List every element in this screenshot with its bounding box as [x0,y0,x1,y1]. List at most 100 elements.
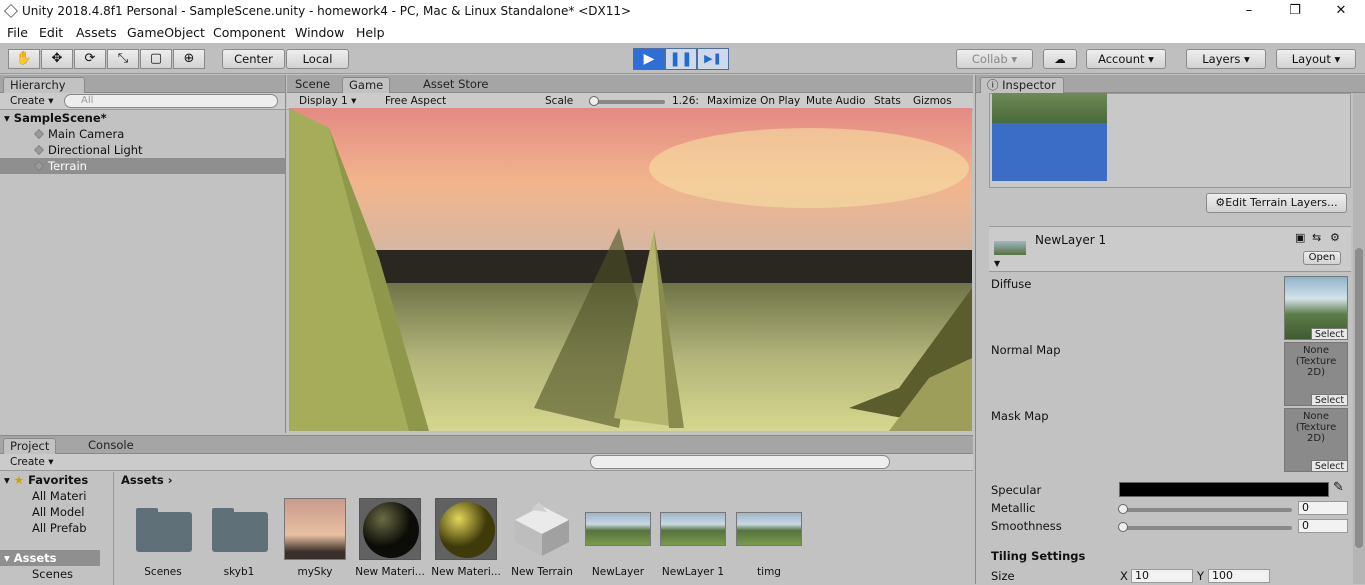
window-title: Unity 2018.4.8f1 Personal - SampleScene.… [22,4,632,18]
cloud-icon[interactable]: ☁ [1043,49,1077,69]
menu-file[interactable]: File [7,25,28,40]
layout-dropdown[interactable]: Layout ▾ [1276,49,1356,69]
scale-slider[interactable] [589,100,665,104]
hand-tool-icon[interactable]: ✋ [8,49,40,69]
maximize-on-play-toggle[interactable]: Maximize On Play [707,94,800,108]
specular-color-field[interactable] [1119,482,1329,497]
menu-window[interactable]: Window [295,25,344,40]
menu-edit[interactable]: Edit [39,25,63,40]
transform-tool-icon[interactable]: ⊕ [173,49,205,69]
foldout-arrow-icon[interactable]: ▼ [994,259,1000,268]
maximize-button[interactable]: ❐ [1272,2,1318,22]
metallic-value-field[interactable]: 0 [1298,501,1348,515]
mask-map-select-button[interactable]: Select [1311,460,1347,472]
diffuse-texture-slot[interactable]: Select [1284,276,1348,340]
pivot-center-button[interactable]: Center [222,49,285,69]
tab-project[interactable]: Project [3,438,57,454]
gizmos-dropdown[interactable]: Gizmos [913,94,952,108]
close-button[interactable]: ✕ [1318,2,1364,22]
hierarchy-item-selected[interactable]: Terrain [0,158,285,174]
normal-map-select-button[interactable]: Select [1311,394,1347,406]
favorite-item[interactable]: All Prefab [0,520,87,536]
pause-button[interactable]: ❚❚ [665,48,697,70]
asset-item[interactable]: NewLayer [583,498,653,578]
display-dropdown[interactable]: Display 1 ▾ [299,94,356,108]
menu-assets[interactable]: Assets [76,25,117,40]
hierarchy-item[interactable]: Directional Light [0,142,143,158]
rotate-tool-icon[interactable]: ⟳ [74,49,106,69]
asset-item[interactable]: NewLayer 1 [658,498,728,578]
menu-gameobject[interactable]: GameObject [127,25,205,40]
scale-tool-icon[interactable]: ⤡ [107,49,139,69]
smoothness-slider-knob[interactable] [1118,522,1128,532]
tab-console[interactable]: Console [82,438,140,454]
open-button[interactable]: Open [1303,251,1341,265]
game-viewport[interactable] [289,108,972,431]
pivot-local-button[interactable]: Local [286,49,349,69]
stats-toggle[interactable]: Stats [874,94,901,108]
diffuse-select-button[interactable]: Select [1311,328,1347,340]
inspector-panel: ⓘ Inspector ⚙Edit Terrain Layers... NewL… [975,75,1365,584]
mute-audio-toggle[interactable]: Mute Audio [806,94,865,108]
tab-hierarchy[interactable]: Hierarchy [3,77,85,93]
tab-asset-store[interactable]: Asset Store [417,77,495,93]
inspector-scrollbar-thumb[interactable] [1355,248,1363,548]
asset-label: New Terrain [511,566,573,578]
project-search-input[interactable] [590,455,890,469]
move-tool-icon[interactable]: ✥ [41,49,73,69]
minimize-button[interactable]: – [1226,2,1272,22]
menu-help[interactable]: Help [356,25,385,40]
folder-tree-item[interactable]: Scenes [0,566,73,582]
collab-dropdown[interactable]: Collab ▾ [956,49,1033,69]
play-button[interactable]: ▶ [633,48,665,70]
asset-item[interactable]: New Terrain [507,498,577,578]
project-create-dropdown[interactable]: Create ▾ [10,455,54,469]
preset-icon[interactable]: ⇆ [1312,231,1321,244]
hierarchy-search-input[interactable]: All [64,94,278,108]
tab-game[interactable]: Game [342,77,391,93]
asset-item[interactable]: skyb1 [204,498,274,578]
asset-item[interactable]: timg [734,498,804,578]
favorites-row[interactable]: ▾ ★ Favorites [0,472,88,488]
normal-map-slot[interactable]: None (Texture 2D) Select [1284,342,1348,406]
rect-tool-icon[interactable]: ▢ [140,49,172,69]
smoothness-slider[interactable] [1124,526,1292,530]
edit-terrain-layers-button[interactable]: ⚙Edit Terrain Layers... [1206,193,1347,213]
asset-label: NewLayer 1 [661,566,725,578]
inspector-scrollbar[interactable] [1353,93,1365,584]
layers-dropdown[interactable]: Layers ▾ [1186,49,1266,69]
step-button[interactable]: ▶❚ [697,48,729,70]
scene-name: SampleScene* [13,111,107,125]
menu-component[interactable]: Component [213,25,286,40]
asset-item[interactable]: New Materi... [355,498,425,578]
tab-inspector[interactable]: ⓘ Inspector [980,77,1064,93]
size-x-field[interactable]: 10 [1131,569,1193,583]
layout-label: Layout [1291,52,1331,66]
hierarchy-item[interactable]: Main Camera [0,126,124,142]
aspect-dropdown[interactable]: Free Aspect [385,94,446,108]
scale-slider-knob[interactable] [589,96,599,106]
scene-row[interactable]: ▾ SampleScene* [0,110,285,126]
folder-tree-item-label: Scenes [32,567,74,581]
eyedropper-icon[interactable]: ✎ [1333,480,1344,495]
hierarchy-create-dropdown[interactable]: Create ▾ [10,94,54,108]
settings-gear-icon[interactable]: ⚙ [1330,231,1340,244]
asset-label: New Materi... [431,566,501,578]
layer-name: NewLayer 1 [1035,233,1107,247]
console-tab-label: Console [88,438,134,452]
smoothness-value-field[interactable]: 0 [1298,519,1348,533]
favorite-item[interactable]: All Model [0,504,84,520]
metallic-slider-knob[interactable] [1118,504,1128,514]
favorite-item[interactable]: All Materi [0,488,86,504]
mask-map-slot[interactable]: None (Texture 2D) Select [1284,408,1348,472]
account-dropdown[interactable]: Account ▾ [1086,49,1166,69]
asset-item[interactable]: New Materi... [431,498,501,578]
project-breadcrumb[interactable]: Assets › [121,473,172,487]
asset-item[interactable]: Scenes [128,498,198,578]
size-y-field[interactable]: 100 [1208,569,1270,583]
assets-root-row[interactable]: ▾ Assets [0,550,100,566]
metallic-slider[interactable] [1124,508,1292,512]
tab-scene[interactable]: Scene [289,77,336,93]
help-icon[interactable]: ▣ [1295,231,1305,244]
asset-item[interactable]: mySky [280,498,350,578]
